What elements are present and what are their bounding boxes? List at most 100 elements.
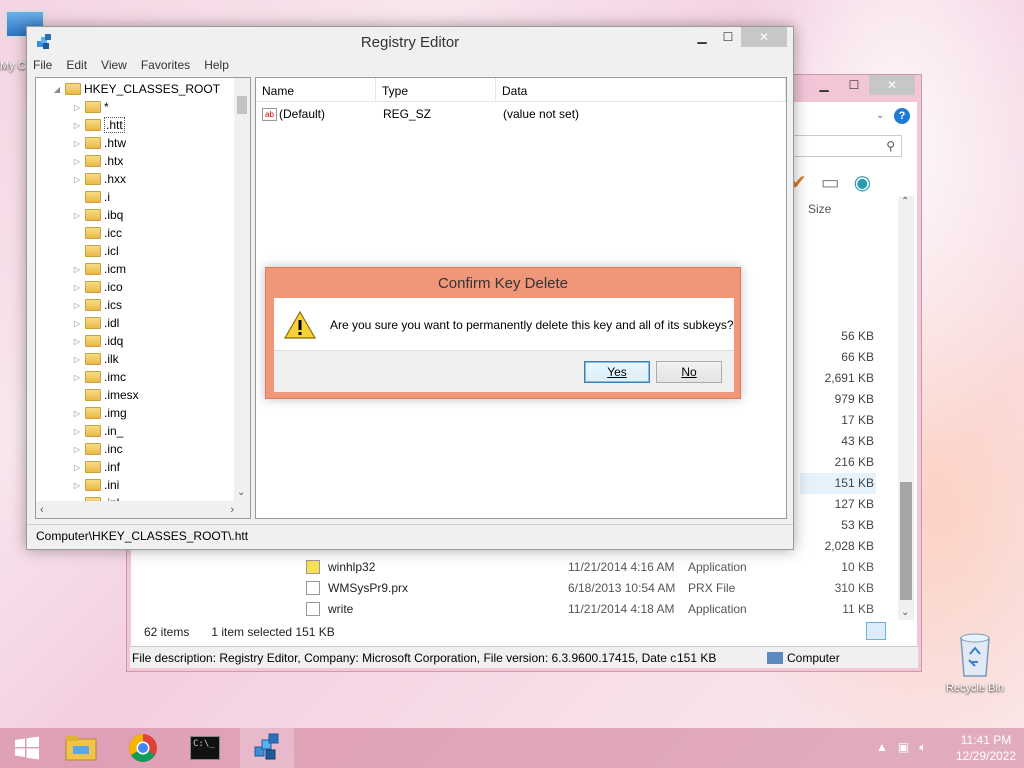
expand-arrow-icon[interactable]: ▷ — [72, 463, 82, 472]
file-size-cell[interactable]: 17 KB — [800, 410, 876, 431]
expand-arrow-icon[interactable]: ▷ — [72, 373, 82, 382]
column-type[interactable]: Type — [376, 78, 496, 101]
tree-item[interactable]: ▷ .htw — [72, 134, 126, 152]
file-size-cell[interactable]: 2,691 KB — [800, 368, 876, 389]
volume-icon[interactable]: 🔈︎ — [919, 740, 926, 755]
file-size-cell[interactable]: 2,028 KB — [800, 536, 876, 557]
taskbar-registry-editor[interactable] — [240, 728, 294, 768]
tree-item[interactable]: ▷ .htx — [72, 152, 123, 170]
start-button[interactable] — [0, 728, 54, 768]
tree-item[interactable]: ▷ .htt — [72, 116, 125, 134]
file-row[interactable]: WMSysPr9.prx 6/18/2013 10:54 AM PRX File 31… — [306, 577, 876, 598]
file-size-cell[interactable]: 127 KB — [800, 494, 876, 515]
registry-tree[interactable]: ◢ HKEY_CLASSES_ROOT ▷ * ▷ .htt ▷ .htw ▷ .htx ▷ .h… — [35, 77, 251, 519]
file-row[interactable]: winhlp32 11/21/2014 4:16 AM Application 10 … — [306, 556, 876, 577]
file-size-cell[interactable]: 53 KB — [800, 515, 876, 536]
expand-arrow-icon[interactable]: ▷ — [72, 121, 82, 130]
expand-arrow-icon[interactable]: ▷ — [72, 355, 82, 364]
menu-view[interactable]: View — [101, 58, 127, 72]
tree-item[interactable]: ▷ .ilk — [72, 350, 119, 368]
tree-item[interactable]: ▷ .icm — [72, 260, 126, 278]
minimize-icon[interactable]: ▁ — [809, 75, 839, 95]
expand-arrow-icon[interactable]: ▷ — [72, 427, 82, 436]
taskbar-clock[interactable]: 11:41 PM 12/29/2022 — [948, 732, 1024, 764]
expand-arrow-icon[interactable]: ▷ — [72, 319, 82, 328]
tree-root[interactable]: ◢ HKEY_CLASSES_ROOT — [52, 80, 220, 98]
network-icon[interactable]: ▣ — [898, 740, 909, 755]
tree-item[interactable]: ▷ .ico — [72, 278, 123, 296]
expand-arrow-icon[interactable]: ▷ — [72, 175, 82, 184]
expand-arrow-icon[interactable]: ▷ — [72, 139, 82, 148]
close-icon[interactable]: ✕ — [869, 75, 915, 95]
maximize-icon[interactable]: ☐ — [839, 75, 869, 95]
expand-arrow-icon[interactable]: ▷ — [72, 103, 82, 112]
expand-arrow-icon[interactable]: ▷ — [72, 283, 82, 292]
expand-arrow-icon[interactable]: ▷ — [72, 157, 82, 166]
menu-favorites[interactable]: Favorites — [141, 58, 190, 72]
scroll-left-icon[interactable]: ‹ — [40, 504, 44, 516]
value-row[interactable]: ab (Default) REG_SZ (value not set) — [256, 104, 579, 124]
globe-icon[interactable]: ◉ — [854, 170, 871, 195]
show-hidden-icons-icon[interactable]: ▲ — [876, 740, 888, 755]
scroll-down-icon[interactable]: ⌄ — [901, 607, 909, 618]
yes-button[interactable]: Yes — [584, 361, 650, 383]
tree-horizontal-scrollbar[interactable]: ‹ › — [36, 501, 250, 518]
file-size-cell[interactable]: 151 KB — [800, 473, 876, 494]
tree-item[interactable]: ▷ .idq — [72, 332, 123, 350]
scroll-down-icon[interactable]: ⌄ — [237, 487, 245, 498]
tree-item[interactable]: ▷ .ini — [72, 476, 119, 494]
file-size-cell[interactable]: 979 KB — [800, 389, 876, 410]
tree-item[interactable]: .i — [72, 188, 110, 206]
file-size-cell[interactable]: 43 KB — [800, 431, 876, 452]
tree-item[interactable]: ▷ .inc — [72, 440, 123, 458]
explorer-scrollbar[interactable]: ⌃ ⌄ — [898, 196, 914, 620]
expand-arrow-icon[interactable]: ▷ — [72, 301, 82, 310]
tree-item[interactable]: ▷ .ibq — [72, 206, 123, 224]
column-name[interactable]: Name — [256, 78, 376, 101]
tree-item[interactable]: ▷ * — [72, 98, 109, 116]
column-data[interactable]: Data — [496, 78, 786, 101]
no-button[interactable]: No — [656, 361, 722, 383]
taskbar-file-explorer[interactable] — [54, 728, 108, 768]
confirm-key-delete-dialog[interactable]: Confirm Key Delete Are you sure you want… — [265, 267, 741, 399]
tree-item[interactable]: .imesx — [72, 386, 139, 404]
file-size-cell[interactable]: 56 KB — [800, 326, 876, 347]
expand-ribbon-icon[interactable]: ⌄ — [876, 110, 884, 121]
scroll-up-icon[interactable]: ⌃ — [901, 196, 909, 207]
close-icon[interactable]: ✕ — [741, 27, 787, 47]
expand-arrow-icon[interactable]: ▷ — [72, 481, 82, 490]
tree-item[interactable]: ▷ .img — [72, 404, 127, 422]
tree-item[interactable]: ▷ .idl — [72, 314, 119, 332]
tree-item[interactable]: ▷ .imc — [72, 368, 126, 386]
properties-icon[interactable]: ▭ — [821, 170, 840, 195]
expand-arrow-icon[interactable]: ▷ — [72, 211, 82, 220]
tree-item[interactable]: ▷ .hxx — [72, 170, 126, 188]
tree-vertical-scrollbar[interactable]: ⌄ — [234, 78, 250, 502]
help-icon[interactable]: ? — [894, 108, 910, 124]
scroll-right-icon[interactable]: › — [230, 504, 234, 516]
menu-file[interactable]: File — [33, 58, 52, 72]
menu-help[interactable]: Help — [204, 58, 229, 72]
size-column-header[interactable]: Size — [808, 202, 831, 216]
collapse-arrow-icon[interactable]: ◢ — [52, 85, 62, 94]
scrollbar-thumb[interactable] — [237, 96, 247, 114]
tree-item[interactable]: .icl — [72, 242, 119, 260]
tree-item[interactable]: .icc — [72, 224, 122, 242]
taskbar-command-prompt[interactable]: C:\_ — [178, 728, 232, 768]
menu-edit[interactable]: Edit — [66, 58, 87, 72]
file-row[interactable]: write 11/21/2014 4:18 AM Application 11 KB — [306, 598, 876, 619]
expand-arrow-icon[interactable]: ▷ — [72, 265, 82, 274]
minimize-icon[interactable]: ▁ — [689, 27, 715, 47]
regedit-title-bar[interactable]: Registry Editor ▁ ☐ ✕ — [27, 27, 793, 57]
scrollbar-thumb[interactable] — [900, 482, 912, 600]
expand-arrow-icon[interactable]: ▷ — [72, 409, 82, 418]
maximize-icon[interactable]: ☐ — [715, 27, 741, 47]
recycle-bin-desktop-icon[interactable]: Recycle Bin — [940, 632, 1010, 694]
file-size-cell[interactable]: 66 KB — [800, 347, 876, 368]
expand-arrow-icon[interactable]: ▷ — [72, 337, 82, 346]
large-icons-view-icon[interactable] — [890, 622, 910, 640]
tree-item[interactable]: ▷ .in_ — [72, 422, 123, 440]
taskbar-chrome[interactable] — [116, 728, 170, 768]
details-view-icon[interactable] — [866, 622, 886, 640]
tree-item[interactable]: ▷ .ics — [72, 296, 122, 314]
